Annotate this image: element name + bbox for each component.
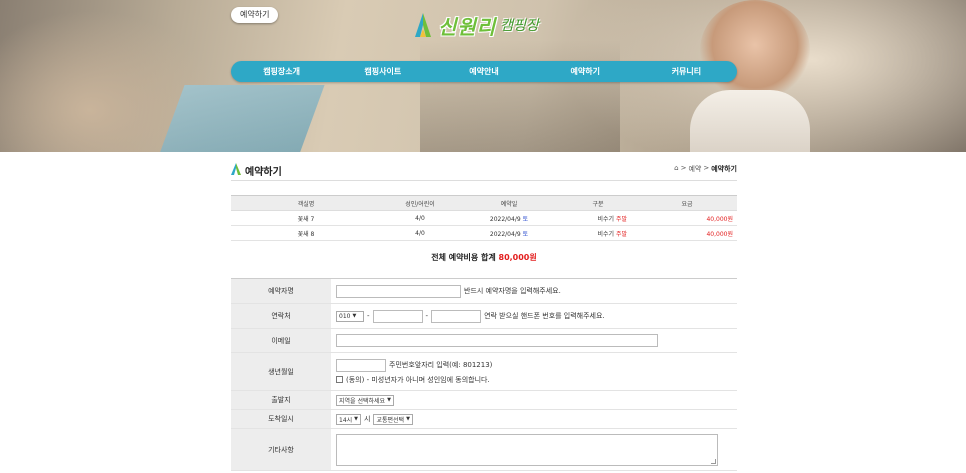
email-input[interactable] xyxy=(336,334,658,347)
room-price: 40,000원 xyxy=(637,225,737,241)
reservation-table: 객실명 성인/어린이 예약일 구분 요금 꽃새 7 4/0 2022/04/9 … xyxy=(231,195,737,241)
room-type: 비수기 주말 xyxy=(559,225,637,241)
name-label: 예약자명 xyxy=(231,279,331,303)
room-day: 토 xyxy=(522,215,529,223)
room-daytype: 주말 xyxy=(615,215,627,223)
hero-photo-center xyxy=(420,40,620,152)
nav-item-reserve[interactable]: 예약하기 xyxy=(535,66,636,77)
form-row-etc: 기타사항 xyxy=(231,429,737,471)
breadcrumb-current: 예약하기 xyxy=(711,165,737,173)
departure-select[interactable]: 지역을 선택하세요 ▼ xyxy=(336,394,394,406)
nav-item-guide[interactable]: 예약안내 xyxy=(433,66,534,77)
hero-lantern xyxy=(155,85,325,152)
room-daytype: 주말 xyxy=(615,230,627,238)
adult-consent-checkbox[interactable] xyxy=(336,376,343,383)
chevron-down-icon: ▼ xyxy=(406,416,410,422)
room-name: 꽃새 8 xyxy=(231,225,381,241)
breadcrumb-level1[interactable]: 예약 xyxy=(688,164,701,174)
arrival-hour-suffix: 시 xyxy=(364,415,371,423)
col-guests: 성인/어린이 xyxy=(381,195,459,211)
name-input[interactable] xyxy=(336,284,461,298)
phone-label: 연락처 xyxy=(231,304,331,328)
breadcrumb-sep: > xyxy=(703,164,710,172)
home-icon[interactable]: ⌂ xyxy=(674,164,678,174)
arrival-hour-select[interactable]: 14시 ▼ xyxy=(336,413,362,425)
page-header: 예약하기 ⌂ > 예약 > 예약하기 xyxy=(231,161,737,181)
breadcrumb-sep: > xyxy=(680,164,687,172)
table-row: 꽃새 7 4/0 2022/04/9 토 비수기 주말 40,000원 xyxy=(231,210,737,226)
logo-sub-text: 캠핑장 xyxy=(500,18,539,34)
phone-last-input[interactable] xyxy=(431,309,482,323)
room-price: 40,000원 xyxy=(637,210,737,226)
col-date: 예약일 xyxy=(459,195,559,211)
form-row-birth: 생년월일 주민번호앞자리 입력(예: 801213) (동의) - 미성년자가 … xyxy=(231,353,737,391)
col-type: 구분 xyxy=(559,195,637,211)
etc-textarea[interactable] xyxy=(336,433,718,466)
total-amount: 80,000원 xyxy=(498,253,537,262)
room-day: 토 xyxy=(522,230,529,238)
birth-label: 생년월일 xyxy=(231,353,331,390)
transport-select[interactable]: 교통편선택 ▼ xyxy=(373,413,413,425)
site-logo[interactable]: 신원리 캠핑장 xyxy=(412,8,539,42)
name-hint: 반드시 예약자명을 입력해주세요. xyxy=(464,287,561,295)
form-row-departure: 출발지 지역을 선택하세요 ▼ xyxy=(231,391,737,410)
col-room: 객실명 xyxy=(231,195,381,211)
chevron-down-icon: ▼ xyxy=(354,416,359,422)
form-row-name: 예약자명 반드시 예약자명을 입력해주세요. xyxy=(231,279,737,304)
breadcrumb: ⌂ > 예약 > 예약하기 xyxy=(674,164,737,174)
nav-item-about[interactable]: 캠핑장소개 xyxy=(231,66,332,77)
hero-banner: 예약하기 신원리 캠핑장 캠핑장소개 캠핑사이트 예약안내 예약하기 커뮤니티 xyxy=(0,0,966,152)
reserve-top-button[interactable]: 예약하기 xyxy=(231,7,279,23)
phone-dash: - xyxy=(425,312,429,320)
main-nav: 캠핑장소개 캠핑사이트 예약안내 예약하기 커뮤니티 xyxy=(231,61,737,82)
nav-item-community[interactable]: 커뮤니티 xyxy=(636,66,737,77)
room-guests: 4/0 xyxy=(381,210,459,226)
arrival-label: 도착일시 xyxy=(231,410,331,428)
form-row-email: 이메일 xyxy=(231,329,737,353)
room-date: 2022/04/9 토 xyxy=(459,210,559,226)
room-type: 비수기 주말 xyxy=(559,210,637,226)
birth-hint: 주민번호앞자리 입력(예: 801213) xyxy=(389,361,493,369)
hero-person-body xyxy=(690,90,810,152)
form-row-arrival: 도착일시 14시 ▼ 시 교통편선택 ▼ xyxy=(231,410,737,429)
chevron-down-icon: ▼ xyxy=(352,313,357,319)
phone-prefix-select[interactable]: 010 ▼ xyxy=(336,310,364,322)
adult-consent-label: (동의) - 미성년자가 아니며 성인임에 동의합니다. xyxy=(346,375,490,384)
table-row: 꽃새 8 4/0 2022/04/9 토 비수기 주말 40,000원 xyxy=(231,225,737,241)
room-guests: 4/0 xyxy=(381,225,459,241)
room-date: 2022/04/9 토 xyxy=(459,225,559,241)
logo-mark-icon xyxy=(415,13,431,37)
phone-hint: 연락 받으실 핸드폰 번호를 입력해주세요. xyxy=(484,312,605,320)
reservation-form: 예약자명 반드시 예약자명을 입력해주세요. 연락처 010 ▼ - - 연락 받… xyxy=(231,278,737,471)
total-cost: 전체 예약비용 합계 80,000원 xyxy=(231,252,737,263)
departure-label: 출발지 xyxy=(231,391,331,409)
total-label: 전체 예약비용 합계 xyxy=(431,253,496,262)
nav-item-sites[interactable]: 캠핑사이트 xyxy=(332,66,433,77)
etc-label: 기타사항 xyxy=(231,429,331,470)
birth-input[interactable] xyxy=(336,358,386,372)
logo-main-text: 신원리 xyxy=(438,14,497,39)
chevron-down-icon: ▼ xyxy=(387,397,391,403)
title-logo-icon xyxy=(231,163,241,175)
phone-dash: - xyxy=(367,312,370,320)
col-price: 요금 xyxy=(637,195,737,211)
table-header-row: 객실명 성인/어린이 예약일 구분 요금 xyxy=(231,195,737,211)
room-name: 꽃새 7 xyxy=(231,210,381,226)
form-row-phone: 연락처 010 ▼ - - 연락 받으실 핸드폰 번호를 입력해주세요. xyxy=(231,304,737,329)
page-title: 예약하기 xyxy=(245,167,282,178)
email-label: 이메일 xyxy=(231,329,331,352)
hero-person xyxy=(700,0,810,100)
phone-middle-input[interactable] xyxy=(372,309,423,323)
